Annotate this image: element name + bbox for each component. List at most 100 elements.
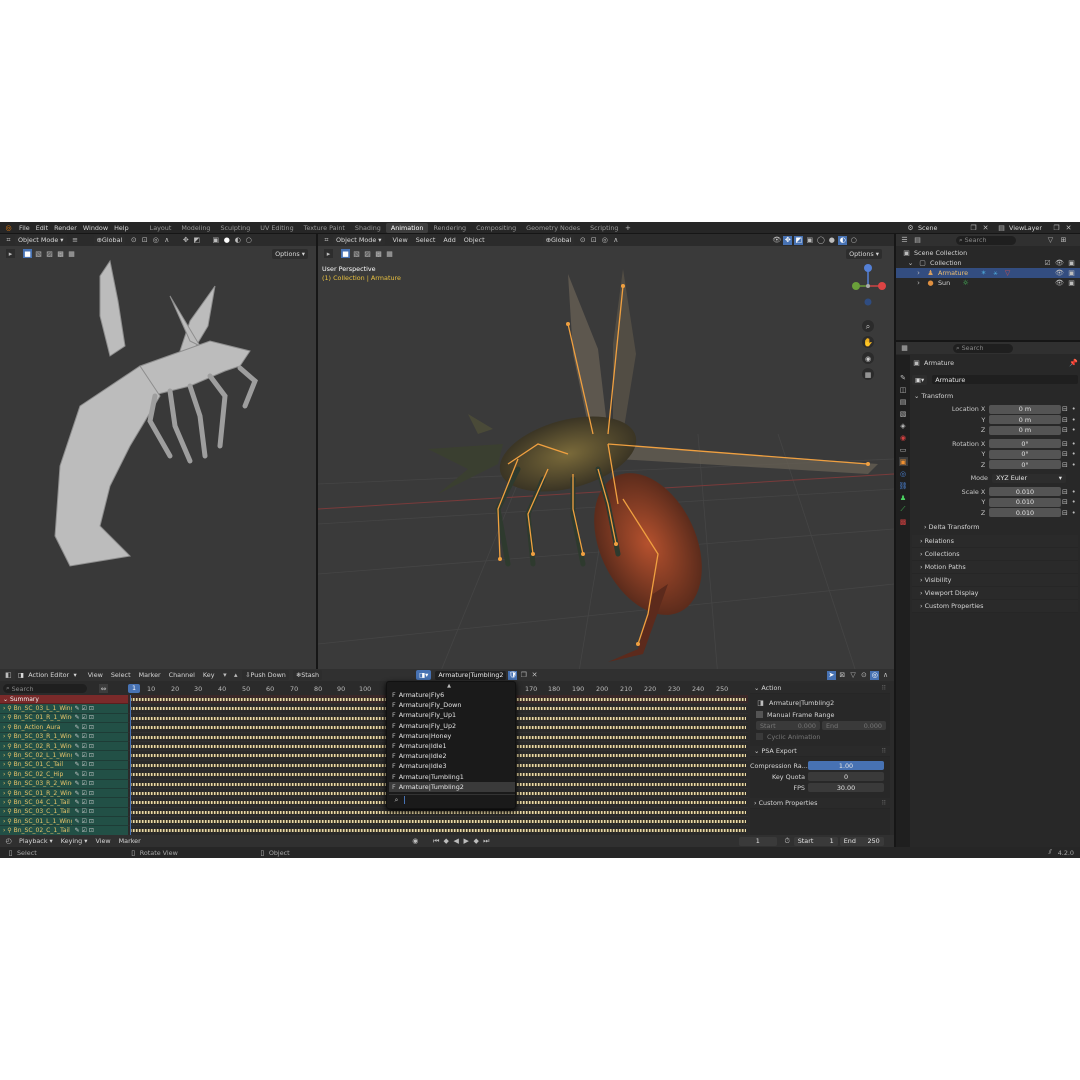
main-menu-object[interactable]: Object	[464, 236, 485, 244]
select-intersect-icon[interactable]: ▦	[385, 249, 394, 258]
main-menu-select[interactable]: Select	[416, 236, 436, 244]
delta-transform-section[interactable]: › Delta Transform	[912, 520, 1078, 533]
lock-icon[interactable]: ⊟	[1061, 415, 1070, 424]
location-x-field[interactable]: 0 m	[989, 404, 1061, 414]
copy-layer-icon[interactable]: ❐	[1052, 223, 1061, 232]
menu-edit[interactable]: Edit	[36, 224, 48, 232]
compression-field[interactable]: 1.00	[808, 761, 884, 770]
scroll-up-icon[interactable]: ▲	[445, 683, 453, 689]
camera-icon[interactable]: ▣	[1067, 269, 1076, 278]
filter-icon[interactable]: ▽	[1046, 236, 1055, 245]
next-layer-icon[interactable]: ▴	[231, 671, 240, 680]
location-z-field[interactable]: 0 m	[989, 425, 1061, 435]
main-menu-add[interactable]: Add	[443, 236, 455, 244]
editor-type-icon[interactable]: ⌗	[4, 236, 13, 245]
menu-render[interactable]: Render	[54, 224, 77, 232]
tl-menu-keying[interactable]: Keying ▾	[61, 837, 88, 845]
snap-icon[interactable]: ⊡	[140, 236, 149, 245]
editor-type-icon[interactable]: ⌗	[322, 236, 331, 245]
stash-button[interactable]: ❄ Stash	[292, 670, 323, 680]
channel-row[interactable]: › ⚲ Bn_Action_Aura ✎ ☑ ⊡	[0, 723, 128, 733]
snap-icon[interactable]: ⊡	[589, 236, 598, 245]
main-mode-select[interactable]: Object Mode ▾	[333, 235, 385, 245]
falloff-icon[interactable]: ∧	[611, 236, 620, 245]
new-collection-icon[interactable]: ⊞	[1059, 236, 1068, 245]
keyframe-dot-icon[interactable]: •	[1069, 405, 1078, 414]
physics-tab-icon[interactable]: ◎	[899, 469, 908, 478]
ae-menu-channel[interactable]: Channel	[169, 671, 195, 679]
play-reverse-icon[interactable]: ◀	[452, 837, 461, 846]
scene-collection-row[interactable]: ▣ Scene Collection	[896, 248, 1080, 258]
fps-field[interactable]: 30.00	[808, 783, 884, 792]
select-box-icon[interactable]: ■	[23, 249, 32, 258]
tab-texture-paint[interactable]: Texture Paint	[299, 223, 350, 233]
channel-row[interactable]: › ⚲ Bn_SC_02_L_1_Wing ✎ ☑ ⊡	[0, 751, 128, 761]
tl-menu-marker[interactable]: Marker	[119, 837, 141, 845]
xray-icon[interactable]: ▣	[211, 236, 220, 245]
action-item[interactable]: F Armature|Idle1	[389, 741, 515, 751]
lock-icon[interactable]: ⊟	[1061, 487, 1070, 496]
tab-scripting[interactable]: Scripting	[585, 223, 623, 233]
channel-row[interactable]: › ⚲ Bn_SC_02_C_Hip ✎ ☑ ⊡	[0, 770, 128, 780]
tab-uv-editing[interactable]: UV Editing	[255, 223, 298, 233]
object-tab-icon[interactable]: ▣	[898, 457, 908, 466]
render-tab-icon[interactable]: ◫	[899, 385, 908, 394]
checkbox-icon[interactable]: ☑	[1043, 259, 1052, 268]
channel-row[interactable]: › ⚲ Bn_SC_01_R_2_Wing ✎ ☑ ⊡	[0, 788, 128, 799]
action-item[interactable]: F Armature|Idle2	[389, 751, 515, 761]
pivot-icon[interactable]: ⊙	[129, 236, 138, 245]
gizmo-icon[interactable]: ✥	[181, 236, 190, 245]
close-scene-icon[interactable]: ✕	[981, 223, 990, 232]
ae-menu-select[interactable]: Select	[111, 671, 131, 679]
view-layer-tab-icon[interactable]: ▧	[899, 409, 908, 418]
main-viewport[interactable]: ⌗ Object Mode ▾ View Select Add Object ⊕…	[318, 234, 894, 678]
action-item[interactable]: F Armature|Fly_Up2	[389, 721, 515, 731]
new-action-icon[interactable]: ❐	[519, 671, 528, 680]
gizmo-icon[interactable]: ✥	[783, 235, 793, 245]
action-name-field[interactable]: Armature|Tumbling2	[435, 670, 507, 680]
keyframe-dot-icon[interactable]: •	[1069, 439, 1078, 448]
viewport-display-section[interactable]: › Viewport Display	[912, 587, 1078, 600]
menu-file[interactable]: File	[19, 224, 30, 232]
menu-icon[interactable]: ≡	[71, 236, 80, 245]
tab-animation[interactable]: Animation	[385, 222, 429, 233]
outliner-editor-icon[interactable]: ☰	[900, 236, 909, 245]
shading-wire-icon[interactable]: ◯	[816, 236, 825, 245]
select-box-icon[interactable]: ■	[341, 249, 350, 258]
push-down-button[interactable]: ⇩ Push Down	[242, 670, 289, 680]
keyframe-dot-icon[interactable]: •	[1069, 450, 1078, 459]
dropdown-search[interactable]: ⌕	[389, 794, 515, 805]
properties-search[interactable]: ⌕ Search	[953, 343, 1013, 353]
close-layer-icon[interactable]: ✕	[1064, 223, 1073, 232]
rotation-mode-select[interactable]: XYZ Euler ▾	[992, 473, 1066, 483]
channel-row[interactable]: › ⚲ Bn_SC_01_L_1_Wing ✎ ☑ ⊡	[0, 817, 128, 827]
visibility-section[interactable]: › Visibility	[912, 574, 1078, 587]
key-filter-icon[interactable]: ⊠	[838, 671, 847, 680]
rotation-z-field[interactable]: 0°	[989, 460, 1061, 470]
scale-y-field[interactable]: 0.010	[989, 497, 1061, 507]
snapping-icon[interactable]: ◎	[870, 670, 880, 680]
lock-icon[interactable]: ⊟	[1061, 508, 1070, 517]
psa-export-header[interactable]: ⌄ PSA Export ⠿	[750, 746, 890, 757]
falloff-icon[interactable]: ∧	[162, 236, 171, 245]
tab-compositing[interactable]: Compositing	[471, 223, 521, 233]
tab-sculpting[interactable]: Sculpting	[215, 223, 255, 233]
scene-name[interactable]: Scene	[918, 224, 966, 232]
scene-tab-icon[interactable]: ◈	[899, 421, 908, 430]
action-item[interactable]: F Armature|Idle3	[389, 761, 515, 771]
proportional-icon[interactable]: ◎	[600, 236, 609, 245]
blender-logo-icon[interactable]: ◎	[4, 223, 13, 232]
custom-props-header[interactable]: › Custom Properties ⠿	[750, 798, 890, 809]
timeline-editor-icon[interactable]: ◴	[4, 837, 13, 846]
scale-x-field[interactable]: 0.010	[989, 487, 1061, 497]
custom-properties-section[interactable]: › Custom Properties	[912, 600, 1078, 613]
lock-icon[interactable]: ⊟	[1061, 498, 1070, 507]
action-section-header[interactable]: ⌄ Action ⠿	[750, 683, 890, 694]
tool-tab-icon[interactable]: ✎	[899, 373, 908, 382]
play-icon[interactable]: ▶	[462, 837, 471, 846]
tab-rendering[interactable]: Rendering	[428, 223, 471, 233]
select-extend-icon[interactable]: ▧	[352, 249, 361, 258]
key-quota-field[interactable]: 0	[808, 772, 884, 781]
menu-window[interactable]: Window	[83, 224, 108, 232]
current-frame-field[interactable]: 1	[738, 836, 777, 846]
